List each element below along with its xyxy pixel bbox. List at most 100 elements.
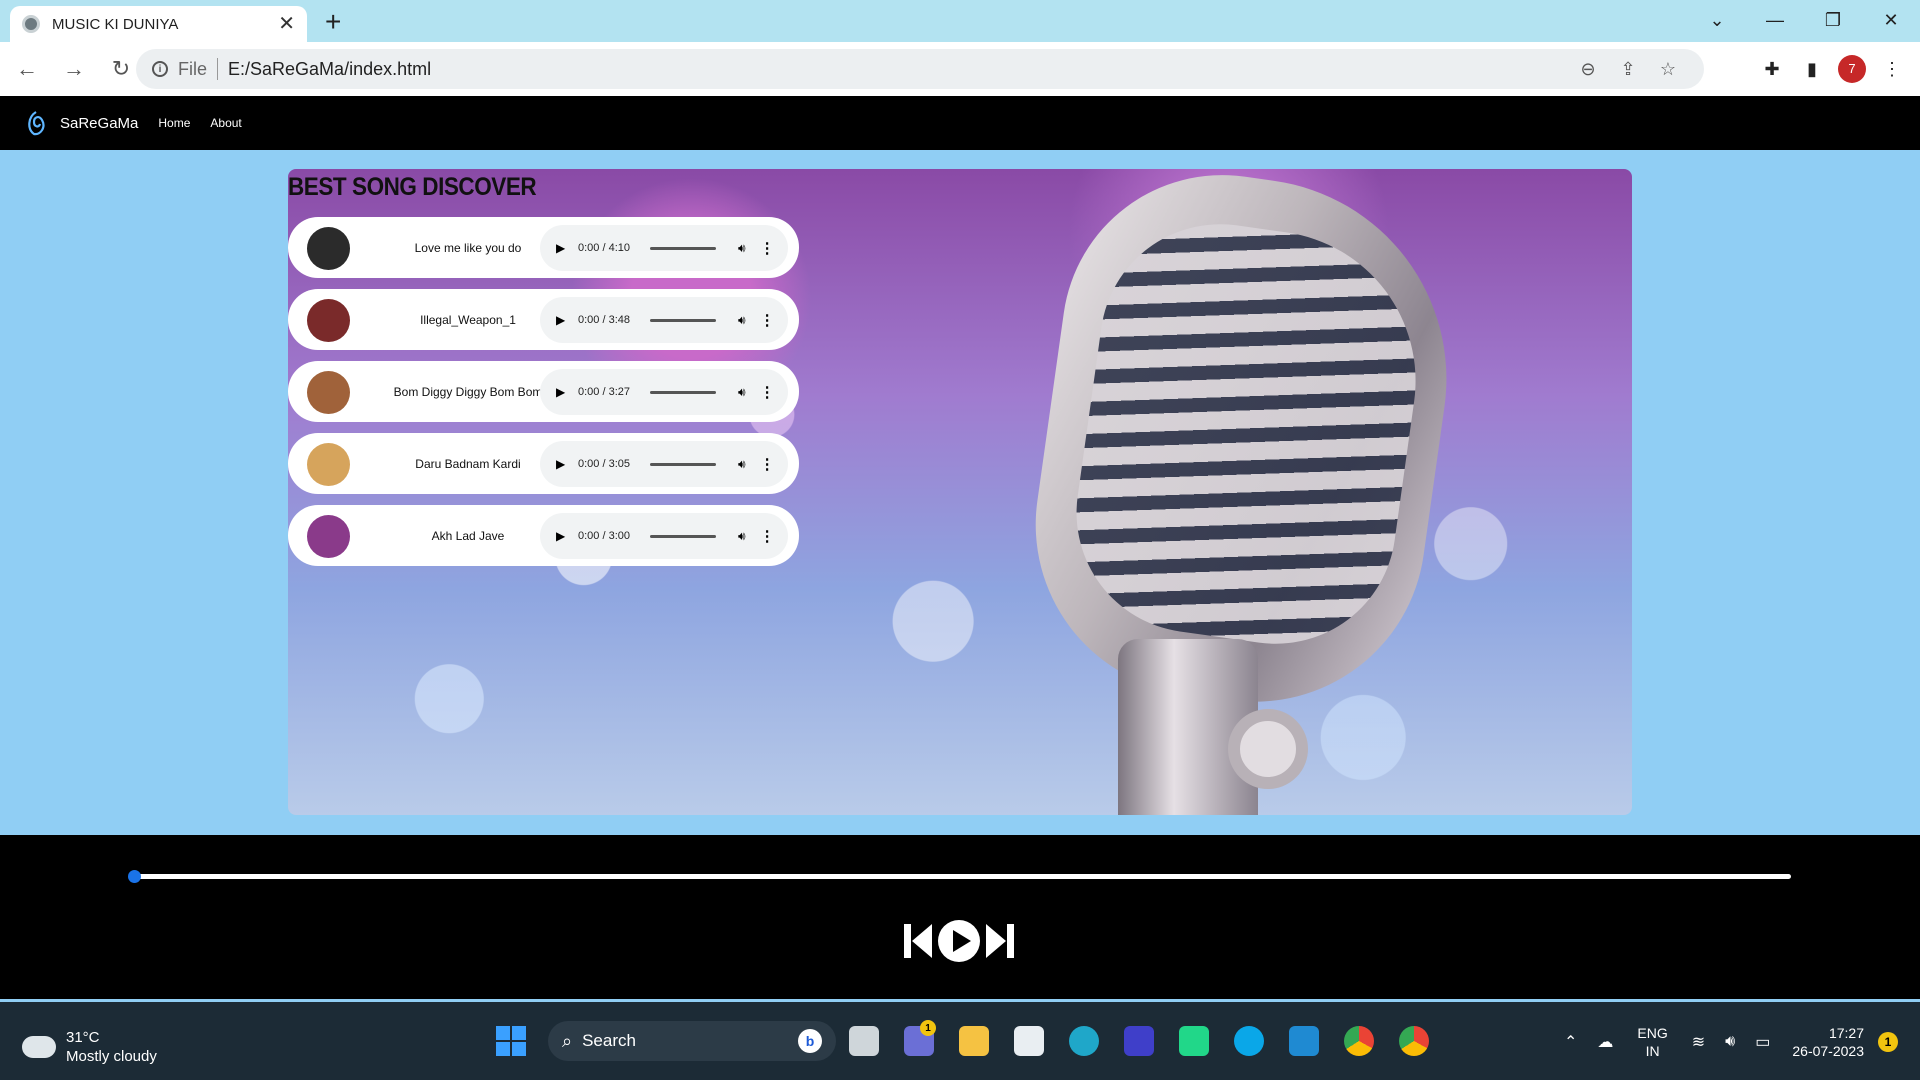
web-page: SaReGaMa Home About BEST SONG DISCOVER L… (0, 96, 1920, 1002)
audio-seek-bar[interactable] (650, 246, 716, 250)
play-icon[interactable]: ▶ (556, 529, 574, 543)
file-explorer-icon[interactable] (946, 1019, 1001, 1063)
url-text[interactable]: E:/SaReGaMa/index.html (228, 59, 1568, 80)
search-icon: ⌕ (562, 1030, 573, 1051)
forward-arrow-icon[interactable]: → (54, 49, 94, 89)
weather-widget[interactable]: 31°C Mostly cloudy (22, 1028, 157, 1066)
address-bar[interactable]: i File E:/SaReGaMa/index.html ⊖ ⇪ ☆ (136, 49, 1704, 89)
language-indicator[interactable]: ENG IN (1637, 1024, 1667, 1060)
bing-icon[interactable]: b (798, 1029, 822, 1053)
tab-strip: MUSIC KI DUNIYA ✕ + ⌄ — ❐ ✕ (0, 0, 1920, 42)
audio-time: 0:00 / 3:05 (578, 458, 630, 470)
more-options-icon[interactable]: ⋮ (760, 527, 775, 545)
taskbar-search[interactable]: ⌕ Search b (548, 1021, 836, 1061)
audio-time: 0:00 / 3:27 (578, 386, 630, 398)
chrome-profile-icon[interactable] (1386, 1019, 1441, 1063)
audio-time: 0:00 / 4:10 (578, 242, 630, 254)
song-item[interactable]: Daru Badnam Kardi ▶ 0:00 / 3:05 🔊︎ ⋮ (288, 433, 799, 494)
clock[interactable]: 17:27 26-07-2023 (1792, 1024, 1864, 1060)
wifi-icon[interactable]: ≋ (1692, 1032, 1705, 1052)
info-icon[interactable]: i (152, 61, 168, 77)
menu-icon[interactable]: ⋮ (1872, 59, 1912, 80)
song-cover (307, 443, 350, 486)
profile-avatar[interactable]: 7 (1838, 55, 1866, 83)
play-icon[interactable]: ▶ (556, 313, 574, 327)
share-icon[interactable]: ⇪ (1608, 59, 1648, 80)
close-window-button[interactable]: ✕ (1862, 0, 1920, 40)
edge-icon[interactable] (1056, 1019, 1111, 1063)
tab-title: MUSIC KI DUNIYA (52, 15, 179, 33)
windows-start-icon[interactable] (496, 1026, 526, 1056)
pycharm-icon[interactable] (1166, 1019, 1221, 1063)
play-icon[interactable]: ▶ (556, 385, 574, 399)
browser-toolbar: ← → ↻ i File E:/SaReGaMa/index.html ⊖ ⇪ … (0, 42, 1920, 96)
more-options-icon[interactable]: ⋮ (760, 455, 775, 473)
brand-name[interactable]: SaReGaMa (60, 115, 138, 132)
audio-seek-bar[interactable] (650, 462, 716, 466)
vscode-icon[interactable] (1276, 1019, 1331, 1063)
task-view-icon[interactable] (836, 1019, 891, 1063)
notification-badge[interactable]: 1 (1878, 1032, 1898, 1052)
star-icon[interactable]: ☆ (1648, 59, 1688, 80)
speaker-icon[interactable]: 🔊︎ (1725, 1033, 1735, 1051)
audio-seek-bar[interactable] (650, 318, 716, 322)
more-options-icon[interactable]: ⋮ (760, 311, 775, 329)
close-tab-icon[interactable]: ✕ (278, 14, 295, 34)
clock-time: 17:27 (1828, 1025, 1864, 1041)
region-code: IN (1645, 1043, 1660, 1059)
previous-icon[interactable] (904, 922, 932, 960)
nav-about-link[interactable]: About (210, 116, 241, 130)
microsoft-store-icon[interactable] (1001, 1019, 1056, 1063)
volume-icon[interactable]: 🔊︎ (738, 385, 746, 400)
more-options-icon[interactable]: ⋮ (760, 383, 775, 401)
new-tab-button[interactable]: + (325, 6, 341, 38)
next-icon[interactable] (986, 922, 1014, 960)
window-controls: ⌄ — ❐ ✕ (1688, 0, 1920, 40)
play-pause-icon[interactable] (938, 920, 980, 962)
teams-icon[interactable]: 1 (891, 1019, 946, 1063)
volume-icon[interactable]: 🔊︎ (738, 313, 746, 328)
cloud-icon (22, 1028, 56, 1058)
logo-icon[interactable] (22, 109, 50, 137)
player-bar (0, 835, 1920, 999)
search-placeholder: Search (582, 1031, 636, 1050)
minimize-button[interactable]: — (1746, 0, 1804, 40)
song-item[interactable]: Love me like you do ▶ 0:00 / 4:10 🔊︎ ⋮ (288, 217, 799, 278)
audio-time: 0:00 / 3:48 (578, 314, 630, 326)
audio-player: ▶ 0:00 / 3:27 🔊︎ ⋮ (540, 369, 788, 415)
volume-icon[interactable]: 🔊︎ (738, 529, 746, 544)
master-progress-bar[interactable] (128, 870, 1791, 883)
battery-icon[interactable]: ▭ (1755, 1032, 1770, 1052)
tab-search-icon[interactable]: ⌄ (1688, 0, 1746, 40)
song-item[interactable]: Akh Lad Jave ▶ 0:00 / 3:00 🔊︎ ⋮ (288, 505, 799, 566)
onedrive-icon[interactable]: ☁ (1597, 1032, 1613, 1052)
extensions-icon[interactable]: ✚ (1752, 59, 1792, 80)
audio-seek-bar[interactable] (650, 534, 716, 538)
back-arrow-icon[interactable]: ← (7, 49, 47, 89)
progress-thumb[interactable] (128, 870, 141, 883)
reload-icon[interactable]: ↻ (101, 49, 141, 89)
chevron-up-icon[interactable]: ⌃ (1564, 1032, 1577, 1052)
song-item[interactable]: Illegal_Weapon_1 ▶ 0:00 / 3:48 🔊︎ ⋮ (288, 289, 799, 350)
url-scheme: File (178, 58, 208, 79)
browser-tab[interactable]: MUSIC KI DUNIYA ✕ (10, 6, 307, 42)
skype-icon[interactable] (1221, 1019, 1276, 1063)
volume-icon[interactable]: 🔊︎ (738, 457, 746, 472)
url-separator (217, 58, 219, 80)
play-icon[interactable]: ▶ (556, 241, 574, 255)
volume-icon[interactable]: 🔊︎ (738, 241, 746, 256)
lang-code: ENG (1637, 1025, 1668, 1041)
system-tray: ⌃ ☁ ENG IN ≋ 🔊︎ ▭ 17:27 26-07-2023 1 (1554, 1020, 1898, 1064)
restore-button[interactable]: ❐ (1804, 0, 1862, 40)
chrome-icon[interactable] (1331, 1019, 1386, 1063)
play-icon[interactable]: ▶ (556, 457, 574, 471)
side-panel-icon[interactable]: ▮ (1792, 59, 1832, 80)
audio-seek-bar[interactable] (650, 390, 716, 394)
audio-player: ▶ 0:00 / 3:00 🔊︎ ⋮ (540, 513, 788, 559)
zoom-icon[interactable]: ⊖ (1568, 59, 1608, 80)
sun-icon (34, 1028, 52, 1046)
more-options-icon[interactable]: ⋮ (760, 239, 775, 257)
nav-home-link[interactable]: Home (158, 116, 190, 130)
song-item[interactable]: Bom Diggy Diggy Bom Bom ▶ 0:00 / 3:27 🔊︎… (288, 361, 799, 422)
app-icon[interactable] (1111, 1019, 1166, 1063)
